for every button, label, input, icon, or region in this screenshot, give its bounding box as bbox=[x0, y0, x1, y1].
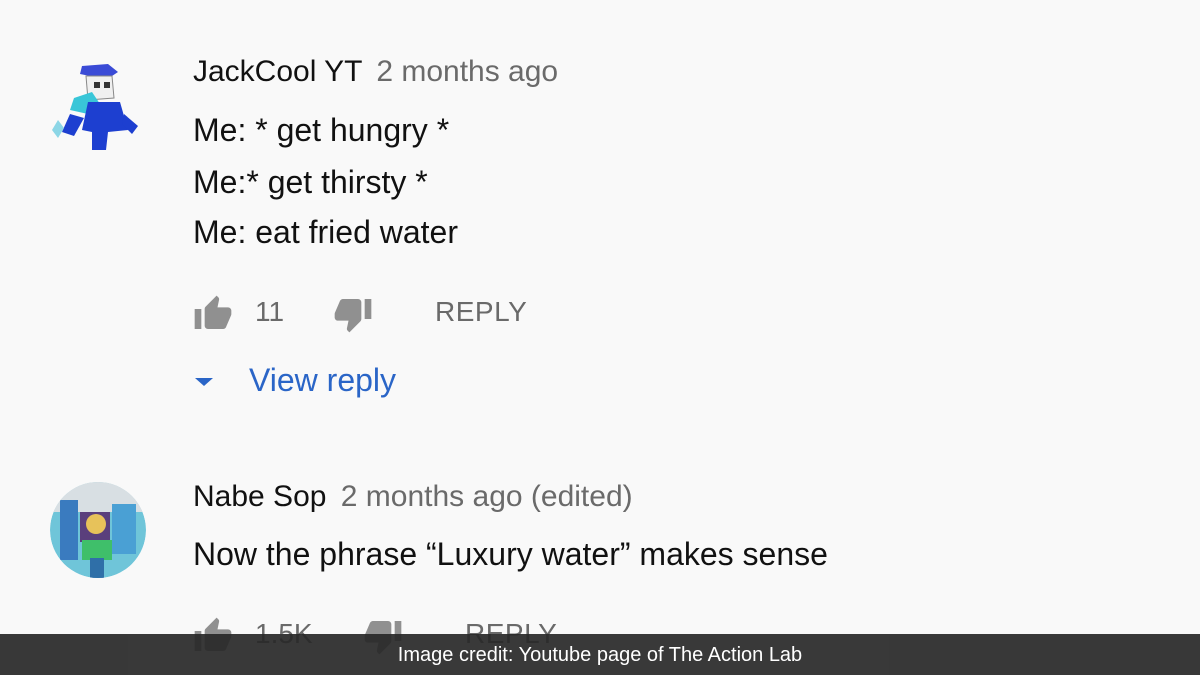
view-replies-label: View reply bbox=[249, 362, 397, 398]
avatar-cartoon-icon bbox=[48, 58, 144, 154]
comment-time[interactable]: 2 months ago bbox=[376, 55, 558, 88]
thumbs-down-icon[interactable] bbox=[333, 294, 373, 334]
image-credit-text: Image credit: Youtube page of The Action… bbox=[397, 644, 803, 666]
image-credit-bar: Image credit: Youtube page of The Action… bbox=[0, 634, 1200, 675]
comment-time[interactable]: 2 months ago (edited) bbox=[341, 480, 633, 513]
caret-down-icon bbox=[193, 374, 215, 390]
reply-button[interactable]: REPLY bbox=[435, 296, 527, 328]
comment-text-line: Me: * get hungry * bbox=[193, 112, 450, 148]
comment-author[interactable]: JackCool YT bbox=[193, 55, 362, 88]
comment-text-line: Me: eat fried water bbox=[193, 214, 458, 250]
avatar[interactable] bbox=[48, 58, 144, 154]
comment-header: JackCool YT 2 months ago bbox=[193, 55, 558, 89]
comment-text-line: Now the phrase “Luxury water” makes sens… bbox=[193, 536, 828, 572]
like-count: 11 bbox=[255, 296, 285, 327]
comment-text-line: Me:* get thirsty * bbox=[193, 164, 428, 200]
thumbs-up-icon[interactable] bbox=[193, 294, 233, 334]
comment-header: Nabe Sop 2 months ago (edited) bbox=[193, 480, 633, 514]
comment-actions: 11 REPLY bbox=[193, 294, 593, 334]
avatar-photo-icon bbox=[50, 482, 146, 578]
comment-author[interactable]: Nabe Sop bbox=[193, 480, 326, 513]
avatar[interactable] bbox=[50, 482, 146, 578]
